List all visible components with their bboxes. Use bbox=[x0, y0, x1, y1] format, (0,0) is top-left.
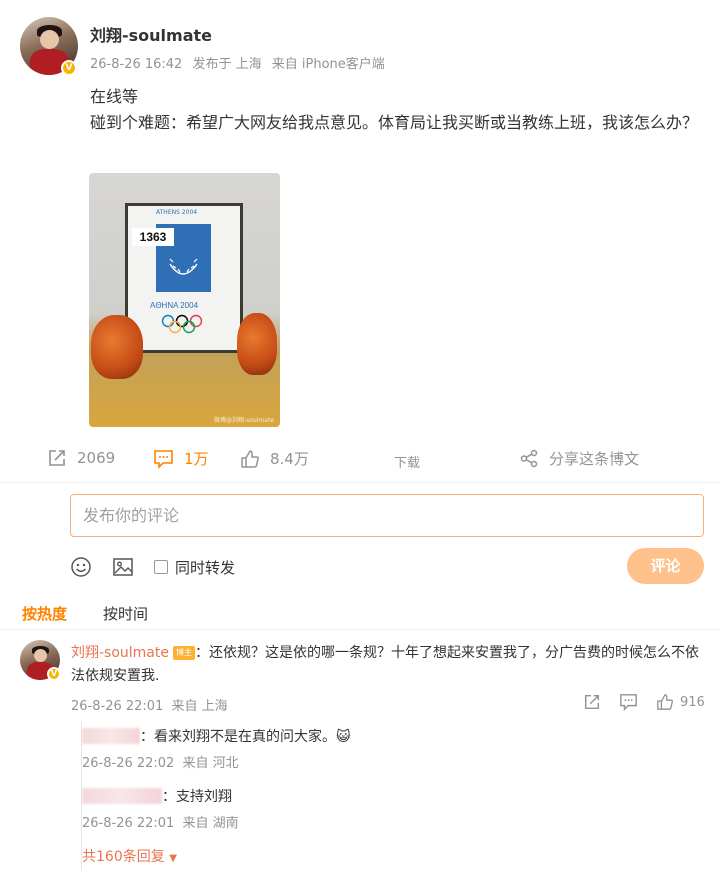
author-badge: 博主 bbox=[173, 646, 195, 660]
comment-icon bbox=[154, 449, 173, 469]
divider bbox=[0, 482, 720, 483]
verified-badge-icon: V bbox=[47, 667, 61, 681]
post-line-2: 碰到个难题：希望广大网友给我点意见。体育局让我买断或当教练上班，我该怎么办？ bbox=[90, 113, 699, 132]
also-repost-checkbox[interactable]: 同时转发 bbox=[154, 557, 235, 578]
composer-tools: 同时转发 bbox=[70, 554, 235, 580]
submit-comment-button[interactable]: 评论 bbox=[627, 548, 704, 584]
blurred-username[interactable] bbox=[82, 728, 140, 744]
bib-number: 1363 bbox=[132, 228, 174, 246]
reply-location: 来自 河北 bbox=[182, 756, 239, 771]
olympic-rings-icon bbox=[161, 314, 203, 334]
comment-like-count: 916 bbox=[680, 694, 705, 710]
framed-poster: ATHENS 2004 1363 AΘHNA 2004 bbox=[125, 203, 243, 353]
repost-icon bbox=[584, 694, 600, 710]
image-watermark: 微博@刘翔-soulmate bbox=[214, 417, 274, 424]
more-replies-link[interactable]: 共160条回复 ▼ bbox=[82, 846, 177, 866]
image-upload-icon[interactable] bbox=[112, 556, 134, 578]
reply-meta: 26-8-26 22:01 来自 湖南 bbox=[82, 812, 682, 831]
post-action-bar: 2069 1万 8.4万 下载 分享这条博文 bbox=[0, 448, 720, 474]
emoji-icon[interactable] bbox=[70, 556, 92, 578]
comment-reply-button[interactable] bbox=[619, 693, 638, 711]
thumbs-up-icon bbox=[657, 694, 673, 710]
reply-location: 来自 湖南 bbox=[182, 816, 239, 831]
repost-count: 2069 bbox=[77, 449, 116, 467]
tiger-plush-right bbox=[237, 313, 277, 375]
like-count: 8.4万 bbox=[270, 450, 309, 468]
tab-sort-hot[interactable]: 按热度 bbox=[22, 603, 67, 624]
tab-sort-time[interactable]: 按时间 bbox=[103, 603, 148, 624]
checkbox-box[interactable] bbox=[154, 560, 168, 574]
tiger-plush-left bbox=[91, 315, 143, 379]
poster-bottom-text: AΘHNA 2004 bbox=[150, 301, 199, 310]
comment-icon bbox=[620, 694, 637, 711]
repost-button[interactable]: 2069 bbox=[47, 448, 115, 468]
post-line-1: 在线等 bbox=[90, 87, 139, 106]
download-button[interactable]: 下载 bbox=[394, 452, 420, 471]
comment-repost-button[interactable] bbox=[583, 693, 601, 711]
share-icon bbox=[520, 449, 538, 468]
caret-down-icon: ▼ bbox=[169, 853, 177, 864]
post-location: 发布于 上海 bbox=[192, 57, 262, 72]
comment-button[interactable]: 1万 bbox=[153, 448, 209, 469]
reply-item: ：看来刘翔不是在真的问大家。😺 26-8-26 22:02 来自 河北 bbox=[82, 726, 682, 771]
more-replies-label: 共160条回复 bbox=[82, 849, 165, 865]
blurred-username[interactable] bbox=[82, 788, 162, 804]
comment-actions: 916 bbox=[0, 693, 720, 713]
reply-item: ：支持刘翔 26-8-26 22:01 来自 湖南 bbox=[82, 786, 682, 831]
reply-list: ：看来刘翔不是在真的问大家。😺 26-8-26 22:02 来自 河北 ：支持刘… bbox=[81, 722, 706, 870]
post-meta: 26-8-26 16:42 发布于 上海 来自 iPhone客户端 bbox=[90, 53, 391, 72]
comment-count: 1万 bbox=[184, 450, 209, 468]
repost-icon bbox=[49, 450, 65, 466]
post-author-name[interactable]: 刘翔-soulmate bbox=[90, 22, 212, 46]
post-date[interactable]: 26-8-26 16:42 bbox=[90, 57, 182, 72]
poster-top-text: ATHENS 2004 bbox=[156, 209, 198, 216]
also-repost-label: 同时转发 bbox=[175, 558, 236, 577]
verified-badge-icon: V bbox=[61, 60, 77, 76]
download-label: 下载 bbox=[394, 456, 421, 471]
reply-date: 26-8-26 22:02 bbox=[82, 756, 175, 771]
comment-input[interactable] bbox=[70, 494, 704, 537]
comment-text: 刘翔-soulmate 博主 ：还依规？这是依的哪一条规？十年了想起来安置我了，分广… bbox=[71, 642, 711, 688]
share-button[interactable]: 分享这条博文 bbox=[520, 448, 639, 469]
post-source: 来自 iPhone客户端 bbox=[271, 57, 385, 72]
reply-text: ：看来刘翔不是在真的问大家。😺 bbox=[140, 729, 351, 745]
comment-like-button[interactable]: 916 bbox=[656, 693, 705, 711]
like-button[interactable]: 8.4万 bbox=[240, 448, 309, 469]
thumbs-up-icon bbox=[241, 449, 259, 468]
reply-meta: 26-8-26 22:02 来自 河北 bbox=[82, 752, 682, 771]
reply-text: ：支持刘翔 bbox=[162, 789, 232, 805]
reply-date: 26-8-26 22:01 bbox=[82, 816, 175, 831]
commenter-name[interactable]: 刘翔-soulmate bbox=[71, 645, 169, 661]
divider bbox=[0, 629, 720, 630]
post-body: 在线等 碰到个难题：希望广大网友给我点意见。体育局让我买断或当教练上班，我该怎么… bbox=[90, 84, 710, 136]
post-image[interactable]: ATHENS 2004 1363 AΘHNA 2004 微博@刘翔-soulma… bbox=[89, 173, 280, 427]
share-label: 分享这条博文 bbox=[549, 450, 640, 468]
